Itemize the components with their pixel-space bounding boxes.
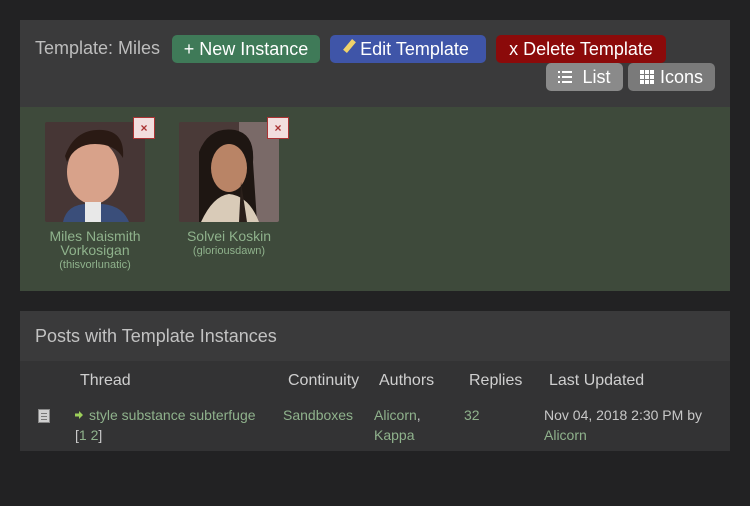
arrow-right-icon [75,411,83,420]
posts-title: Posts with Template Instances [35,326,277,346]
list-icon [558,71,573,84]
author-separator: , [416,407,421,423]
updated-by-label: by [687,407,702,423]
new-instance-button[interactable]: + New Instance [172,35,320,63]
template-title: Template: Miles [35,38,161,58]
thread-cell: style substance subterfuge [1 2] [75,405,285,445]
last-updated-cell: Nov 04, 2018 2:30 PM by Alicorn [544,405,724,445]
document-icon [38,409,50,423]
edit-template-button[interactable]: Edit Template [330,35,486,63]
column-last-updated: Last Updated [549,372,645,389]
posts-table-header: Thread Continuity Authors Replies Last U… [20,361,730,400]
continuity-link[interactable]: Sandboxes [283,405,353,425]
authors-cell: Alicorn, Kappa [374,405,454,445]
pencil-icon [343,39,357,54]
icons-view-button[interactable]: Icons [628,63,715,91]
author-link[interactable]: Kappa [374,427,414,443]
delete-template-button[interactable]: x Delete Template [496,35,666,63]
template-panel: Template: Miles + New Instance Edit Temp… [20,20,730,291]
character-username: (gloriousdawn) [192,245,266,257]
list-view-label: List [582,67,611,87]
list-view-button[interactable]: List [546,63,623,91]
character-name-link[interactable]: Miles Naismith Vorkosigan (thisvorlunati… [30,229,160,272]
table-row: style substance subterfuge [1 2] Sandbox… [20,400,730,451]
character-name: Solvei Koskin [186,228,272,244]
new-instance-label: + New Instance [183,39,309,59]
updated-by-link[interactable]: Alicorn [544,427,587,443]
column-authors: Authors [379,372,435,389]
posts-panel: Posts with Template Instances Thread Con… [20,311,730,451]
column-replies: Replies [469,372,523,389]
column-thread: Thread [80,372,131,389]
updated-time: Nov 04, 2018 2:30 PM [544,407,684,423]
replies-link[interactable]: 32 [464,405,480,425]
thread-link[interactable]: style substance subterfuge [89,407,256,423]
column-continuity: Continuity [288,372,360,389]
author-link[interactable]: Alicorn [374,407,417,423]
character-username: (thisvorlunatic) [59,259,131,271]
character-gallery: × Miles Naismith Vorkosigan (thisvorluna… [20,107,730,291]
character-name-link[interactable]: Solvei Koskin (gloriousdawn) [164,229,294,258]
edit-template-label: Edit Template [360,39,469,59]
delete-template-label: x Delete Template [509,39,653,59]
page-link-1[interactable]: 1 [79,427,87,443]
icons-view-label: Icons [659,67,704,87]
character-name: Miles Naismith Vorkosigan [49,228,141,258]
page-bracket-close: ] [98,427,103,443]
grid-icon [639,70,654,85]
character-avatar[interactable] [179,122,279,222]
remove-character-button[interactable]: × [133,117,155,139]
remove-character-button[interactable]: × [267,117,289,139]
character-avatar[interactable] [45,122,145,222]
template-header: Template: Miles + New Instance Edit Temp… [20,20,730,107]
